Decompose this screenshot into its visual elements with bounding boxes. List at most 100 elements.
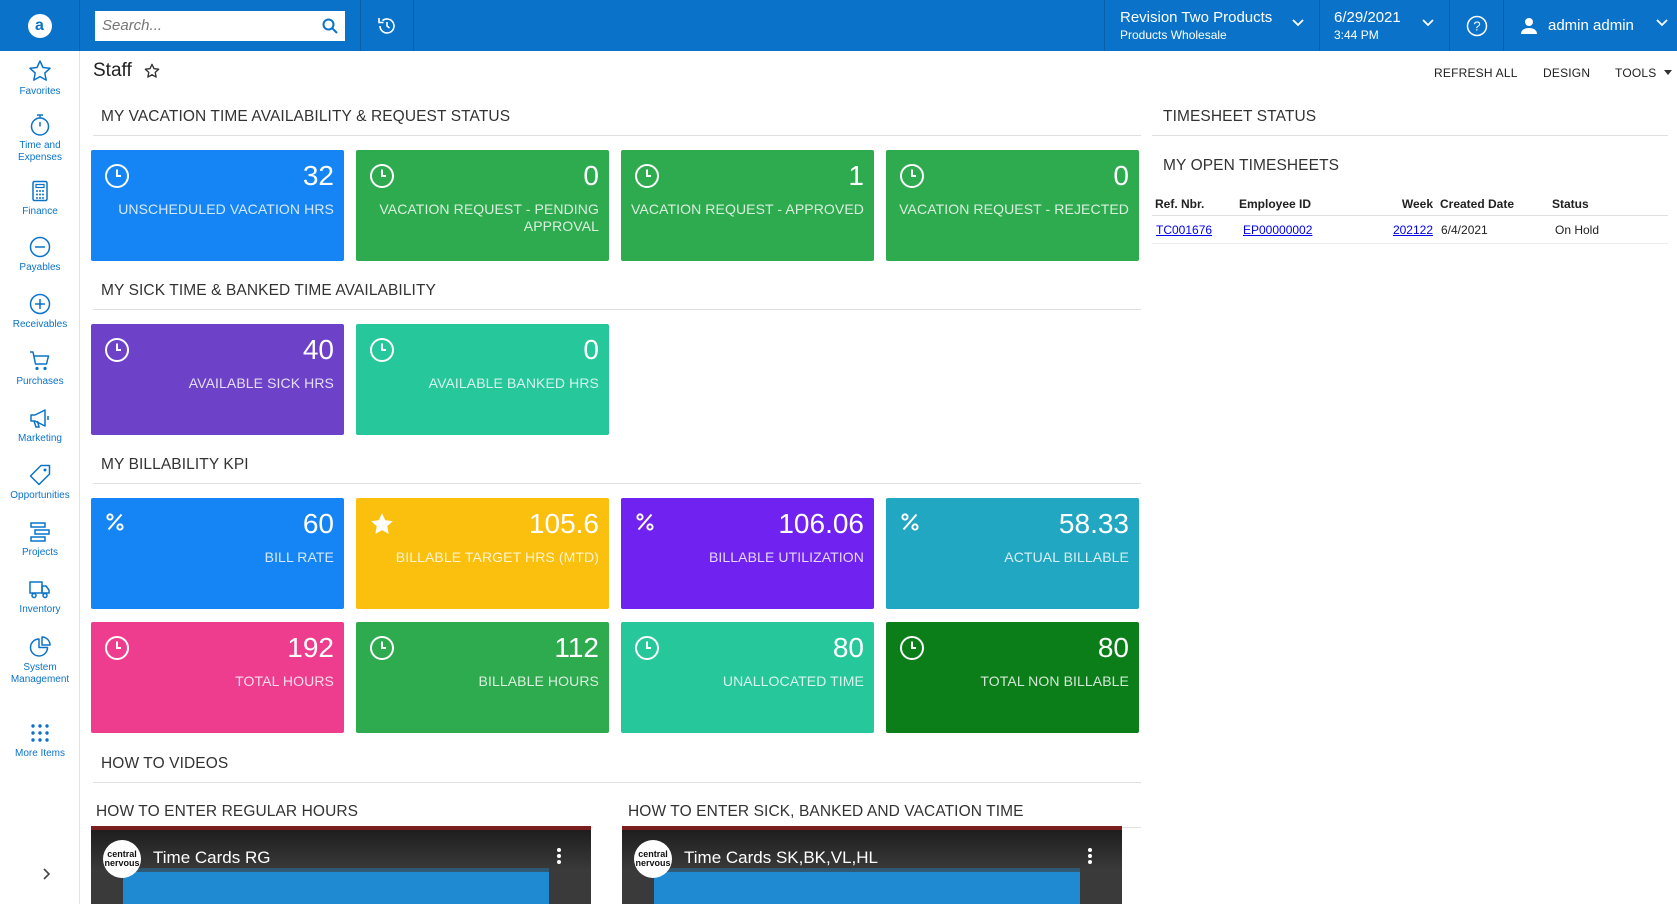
user-menu[interactable]: admin admin bbox=[1503, 0, 1677, 51]
sidebar-item-purchases[interactable]: Purchases bbox=[0, 349, 80, 388]
tile-value: 106.06 bbox=[778, 508, 864, 539]
clock-icon bbox=[104, 635, 130, 666]
kpi-tile[interactable]: 32 UNSCHEDULED VACATION HRS bbox=[91, 150, 344, 261]
kpi-tile[interactable]: 112 BILLABLE HOURS bbox=[356, 622, 609, 733]
company-selector[interactable]: Revision Two Products Products Wholesale bbox=[1104, 0, 1319, 51]
section-heading-open-timesheets: MY OPEN TIMESHEETS bbox=[1163, 157, 1340, 174]
sidebar-item-label: Marketing bbox=[18, 433, 62, 444]
truck-icon bbox=[29, 581, 50, 599]
section-heading-videos: HOW TO VIDEOS bbox=[101, 755, 229, 772]
column-header[interactable]: Status bbox=[1548, 197, 1658, 211]
kpi-tile[interactable]: 192 TOTAL HOURS bbox=[91, 622, 344, 733]
business-date-selector[interactable]: 6/29/2021 3:44 PM bbox=[1319, 0, 1449, 51]
week-link[interactable]: 202122 bbox=[1393, 223, 1433, 237]
sidebar-item-more-items[interactable]: More Items bbox=[0, 721, 80, 760]
tag-icon bbox=[29, 464, 51, 486]
tile-label: BILLABLE HOURS bbox=[478, 673, 599, 689]
kpi-tile[interactable]: 1 VACATION REQUEST - APPROVED bbox=[621, 150, 874, 261]
tile-label: VACATION REQUEST - PENDING APPROVAL bbox=[379, 201, 599, 234]
kpi-tile[interactable]: 60 BILL RATE bbox=[91, 498, 344, 609]
search-icon[interactable] bbox=[322, 18, 338, 34]
sidebar-expand-button[interactable] bbox=[42, 867, 52, 886]
tile-label: BILL RATE bbox=[264, 549, 334, 565]
kpi-tile[interactable]: 58.33 ACTUAL BILLABLE bbox=[886, 498, 1139, 609]
table-row[interactable]: TC001676 EP00000002 202122 6/4/2021 On H… bbox=[1152, 216, 1668, 244]
more-options-icon[interactable] bbox=[557, 848, 561, 866]
status-cell: On Hold bbox=[1555, 222, 1600, 237]
divider bbox=[1152, 135, 1668, 136]
channel-logo[interactable]: central nervous bbox=[634, 840, 672, 878]
kpi-tile[interactable]: 80 TOTAL NON BILLABLE bbox=[886, 622, 1139, 733]
divider bbox=[93, 782, 1141, 783]
kpi-tile[interactable]: 0 AVAILABLE BANKED HRS bbox=[356, 324, 609, 435]
video-title[interactable]: Time Cards RG bbox=[153, 848, 270, 868]
tile-value: 32 bbox=[302, 160, 334, 191]
recent-history-button[interactable] bbox=[361, 0, 414, 51]
chevron-down-icon bbox=[1422, 19, 1434, 27]
star-outline-icon[interactable] bbox=[144, 63, 160, 79]
employee-id-link[interactable]: EP00000002 bbox=[1243, 223, 1312, 237]
tile-label: ACTUAL BILLABLE bbox=[1004, 549, 1129, 565]
tile-value: 105.6 bbox=[528, 508, 599, 539]
sidebar-item-system-management[interactable]: System Management bbox=[0, 635, 80, 686]
sidebar-item-marketing[interactable]: Marketing bbox=[0, 406, 80, 445]
video-player-sick-banked-vacation[interactable]: central nervous Time Cards SK,BK,VL,HL bbox=[622, 826, 1122, 904]
sidebar-item-receivables[interactable]: Receivables bbox=[0, 292, 80, 331]
created-date-cell: 6/4/2021 bbox=[1441, 222, 1488, 237]
tools-menu-button[interactable]: TOOLS bbox=[1615, 66, 1673, 80]
company-name: Revision Two Products bbox=[1120, 9, 1273, 26]
sidebar-item-projects[interactable]: Projects bbox=[0, 520, 80, 559]
percent-icon bbox=[104, 511, 126, 538]
column-header[interactable]: Created Date bbox=[1437, 197, 1548, 211]
sidebar-item-label: Opportunities bbox=[10, 490, 70, 501]
kpi-tile[interactable]: 0 VACATION REQUEST - PENDING APPROVAL bbox=[356, 150, 609, 261]
sidebar-item-payables[interactable]: Payables bbox=[0, 235, 80, 274]
sidebar-item-time-and-expenses[interactable]: Time and Expenses bbox=[0, 113, 80, 164]
refresh-all-button[interactable]: REFRESH ALL bbox=[1434, 66, 1518, 80]
star-icon bbox=[29, 60, 51, 81]
help-button[interactable]: ? bbox=[1449, 0, 1503, 51]
app-logo[interactable]: a bbox=[0, 0, 80, 51]
clock-icon bbox=[104, 163, 130, 194]
design-button[interactable]: DESIGN bbox=[1543, 66, 1590, 80]
sidebar-item-finance[interactable]: Finance bbox=[0, 179, 80, 218]
top-bar: a Revision Two Products Products Wholesa… bbox=[0, 0, 1677, 51]
kpi-tile[interactable]: 80 UNALLOCATED TIME bbox=[621, 622, 874, 733]
tile-value: 80 bbox=[832, 632, 864, 663]
kpi-tile[interactable]: 40 AVAILABLE SICK HRS bbox=[91, 324, 344, 435]
chevron-right-icon bbox=[43, 868, 51, 880]
search-box[interactable] bbox=[95, 10, 345, 41]
video-title[interactable]: Time Cards SK,BK,VL,HL bbox=[684, 848, 878, 868]
sidebar-item-label: System Management bbox=[10, 662, 70, 685]
sidebar-item-label: Projects bbox=[21, 547, 59, 558]
pie-icon bbox=[29, 636, 51, 657]
video-player-regular-hours[interactable]: central nervous Time Cards RG bbox=[91, 826, 591, 904]
chevron-down-icon bbox=[1292, 19, 1304, 27]
sidebar-item-inventory[interactable]: Inventory bbox=[0, 577, 80, 616]
calculator-icon bbox=[32, 180, 48, 202]
logo-icon: a bbox=[27, 13, 52, 38]
sidebar-item-opportunities[interactable]: Opportunities bbox=[0, 463, 80, 502]
star-icon bbox=[369, 511, 395, 542]
open-timesheets-table: Ref. Nbr. Employee ID Week Created Date … bbox=[1152, 192, 1668, 244]
video-top-strip bbox=[622, 826, 1122, 830]
history-icon bbox=[378, 17, 395, 34]
column-header[interactable]: Employee ID bbox=[1237, 197, 1375, 211]
kpi-tile[interactable]: 106.06 BILLABLE UTILIZATION bbox=[621, 498, 874, 609]
clock-icon bbox=[369, 635, 395, 666]
kpi-tile[interactable]: 0 VACATION REQUEST - REJECTED bbox=[886, 150, 1139, 261]
sidebar-item-favorites[interactable]: Favorites bbox=[0, 59, 80, 98]
sidebar-item-label: Receivables bbox=[12, 319, 68, 330]
channel-logo[interactable]: central nervous bbox=[103, 840, 141, 878]
divider bbox=[93, 483, 1141, 484]
more-options-icon[interactable] bbox=[1088, 848, 1092, 866]
search-input[interactable] bbox=[102, 17, 322, 34]
sidebar-item-label: More Items bbox=[14, 748, 65, 759]
column-header[interactable]: Ref. Nbr. bbox=[1152, 197, 1237, 211]
tile-label: VACATION REQUEST - REJECTED bbox=[899, 201, 1129, 217]
kpi-tile[interactable]: 105.6 BILLABLE TARGET HRS (MTD) bbox=[356, 498, 609, 609]
video-thumbnail bbox=[123, 868, 549, 904]
ref-nbr-link[interactable]: TC001676 bbox=[1156, 223, 1212, 237]
tile-label: VACATION REQUEST - APPROVED bbox=[631, 201, 864, 217]
column-header[interactable]: Week bbox=[1375, 197, 1437, 211]
